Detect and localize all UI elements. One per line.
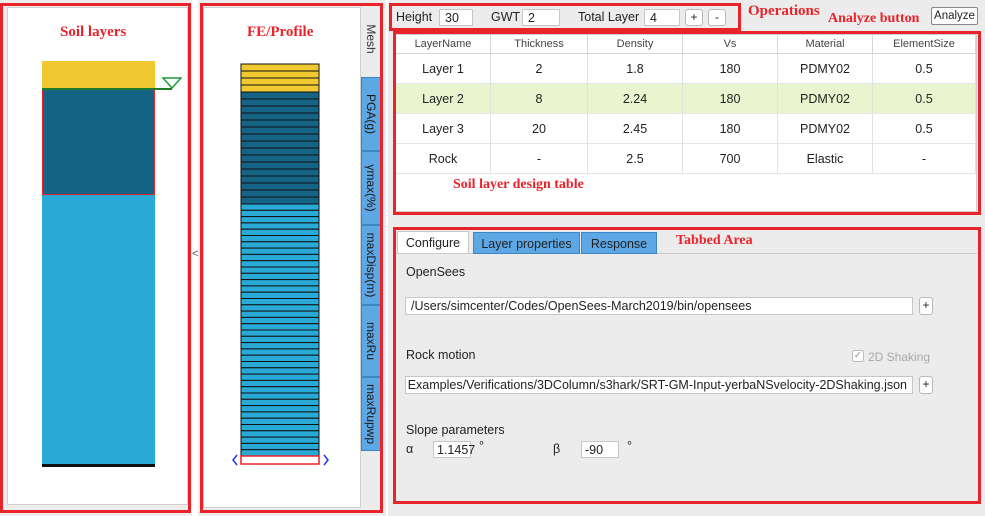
fe-profile-annotation: FE/Profile	[247, 24, 314, 40]
fe-profile-highlight	[200, 3, 383, 513]
operations-highlight	[389, 3, 741, 31]
design-table-annotation: Soil layer design table	[453, 177, 584, 192]
analyze-button[interactable]: Analyze	[931, 7, 978, 25]
analyze-annotation: Analyze button	[828, 11, 920, 26]
soil-layers-highlight	[0, 3, 191, 513]
tabbed-area-annotation: Tabbed Area	[676, 233, 753, 248]
tabbed-area-highlight	[393, 227, 981, 504]
operations-annotation: Operations	[748, 3, 820, 19]
soil-layers-annotation: Soil layers	[60, 24, 127, 40]
